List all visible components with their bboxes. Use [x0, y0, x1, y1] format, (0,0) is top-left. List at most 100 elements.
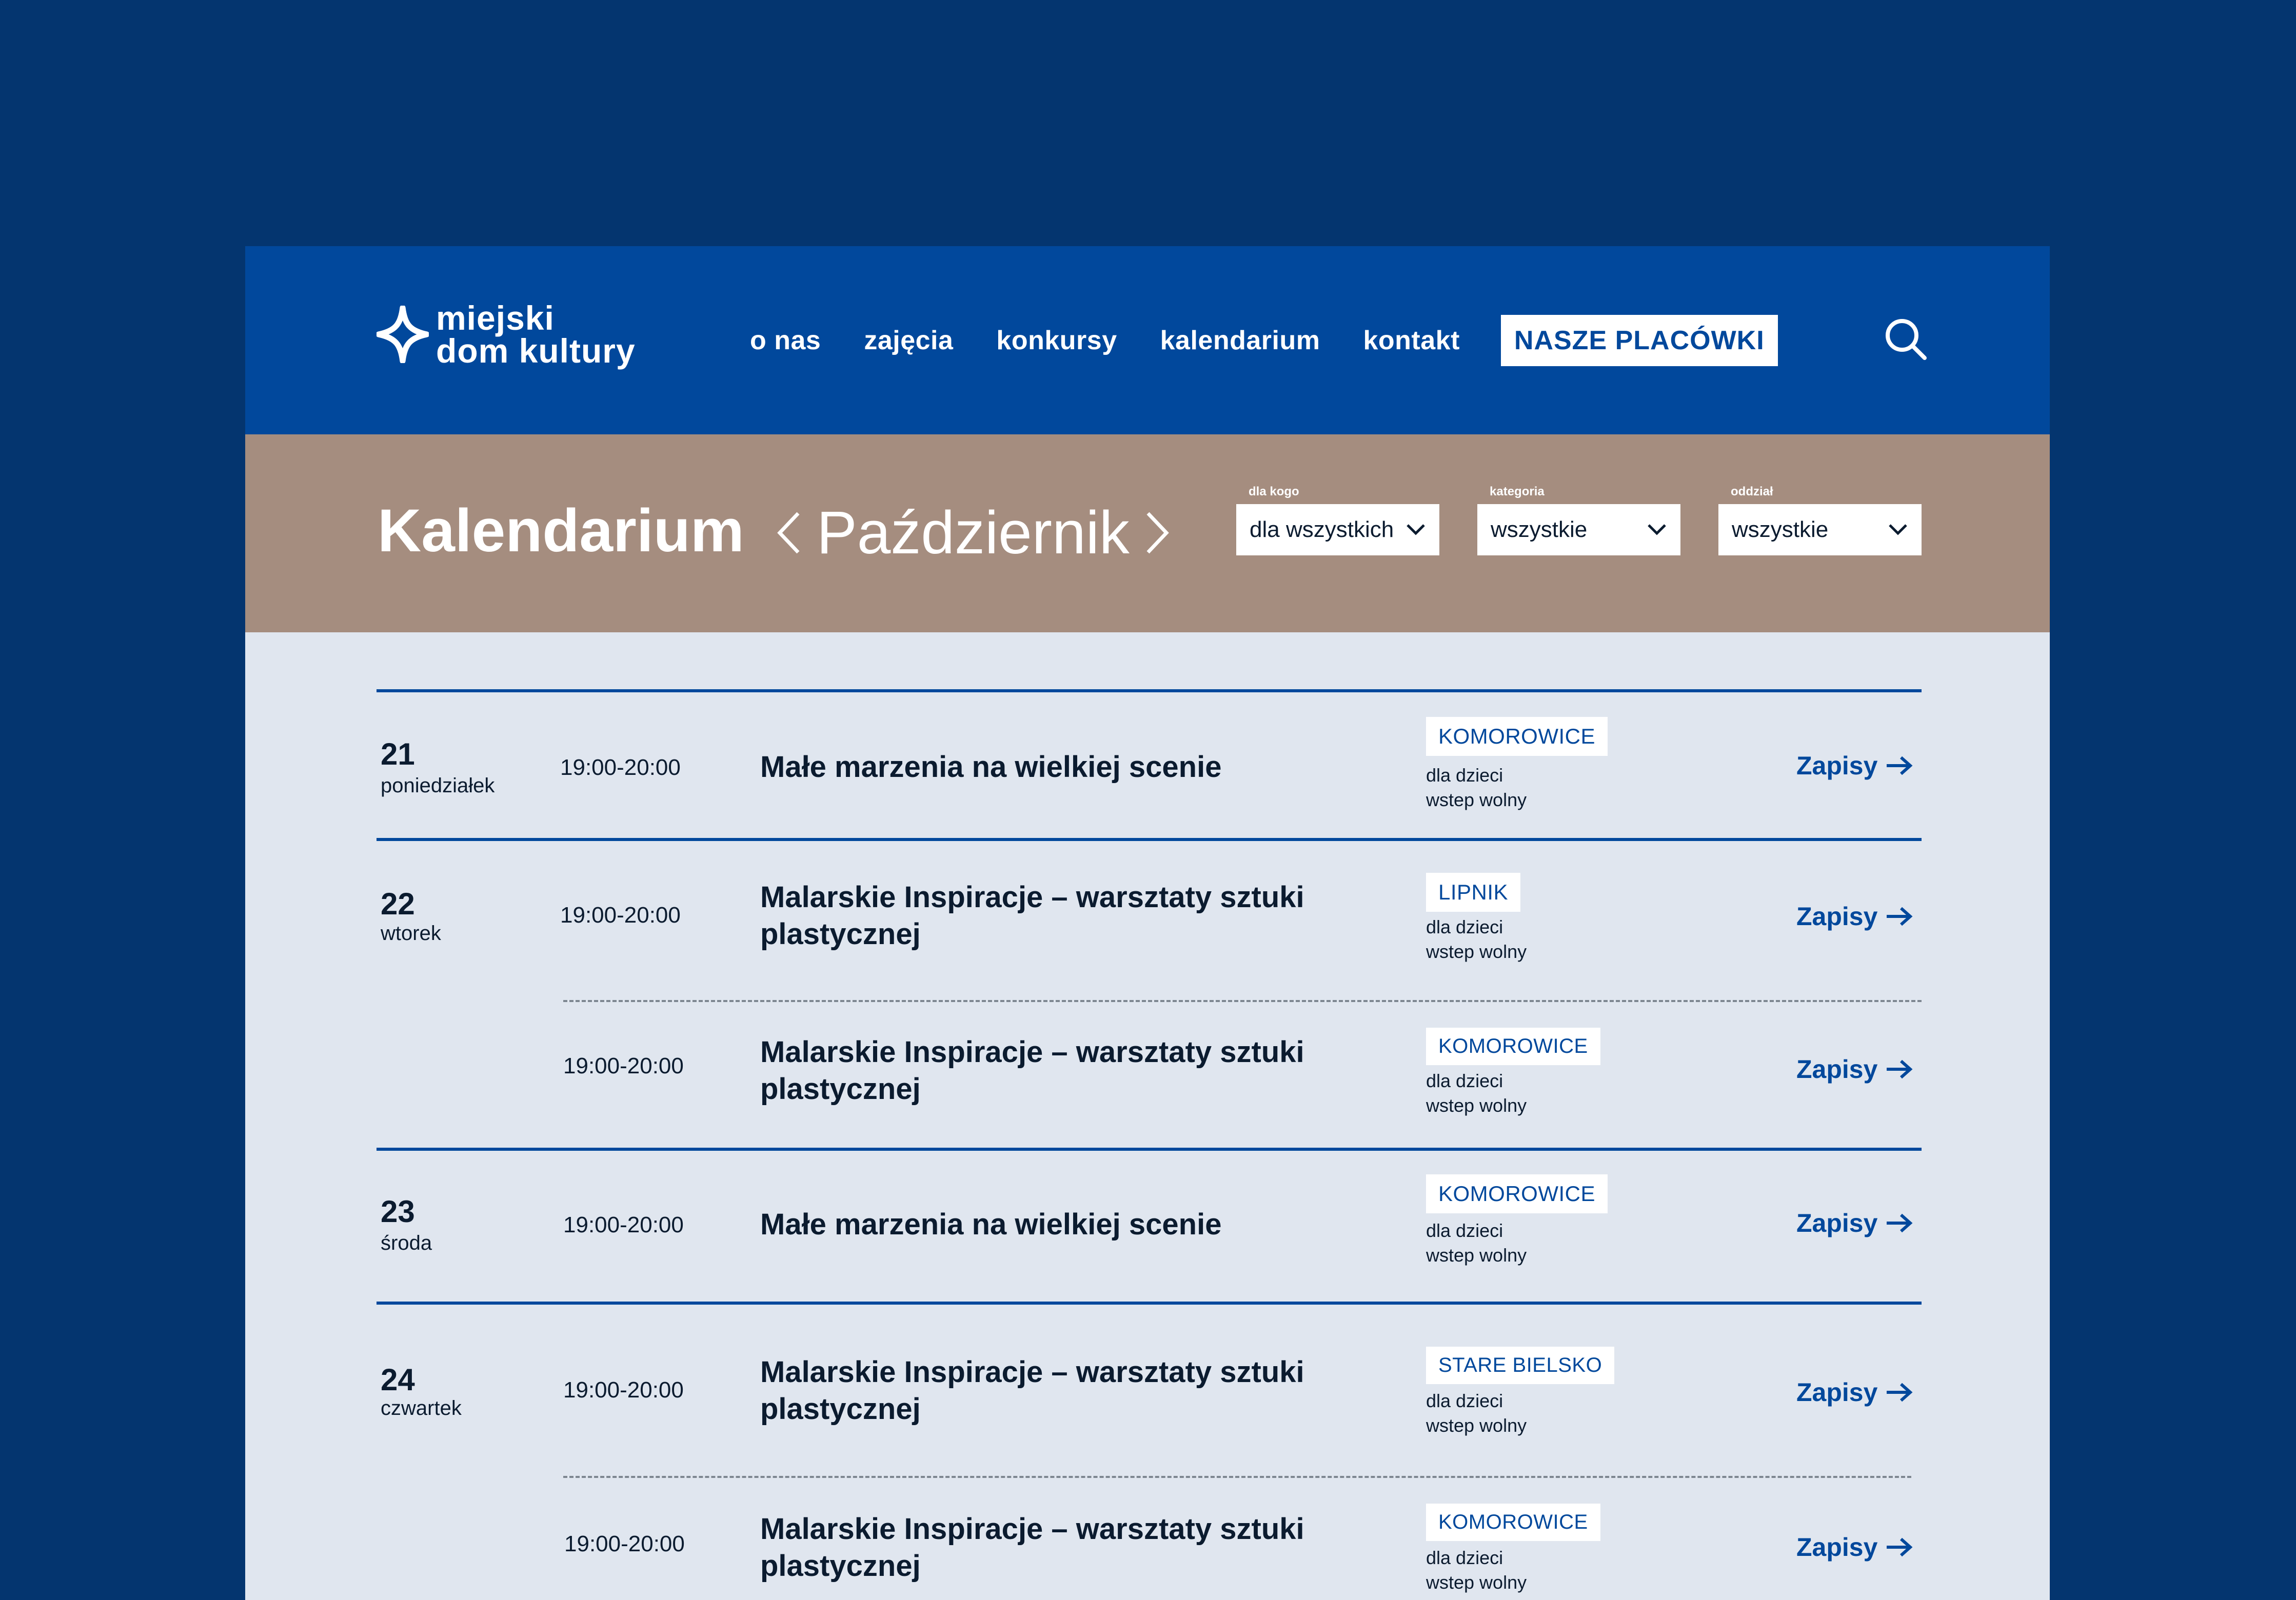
- main-nav: o nas zajęcia konkursy kalendarium konta…: [750, 246, 1821, 434]
- signup-link[interactable]: Zapisy: [1796, 751, 1913, 781]
- event-title[interactable]: Małe marzenia na wielkiej scenie: [760, 1206, 1376, 1243]
- event-weekday: poniedziałek: [381, 774, 495, 797]
- signup-link[interactable]: Zapisy: [1796, 1054, 1913, 1084]
- chevron-down-icon: [1407, 524, 1425, 535]
- event-audience: dla dzieci: [1426, 1070, 1503, 1091]
- filter-label: oddział: [1731, 485, 1773, 498]
- event-meta: dla dzieci wstep wolny: [1426, 1546, 1527, 1595]
- logo-line-1: miejski: [436, 299, 555, 337]
- event-title[interactable]: Malarskie Inspiracje – warsztaty sztuki …: [760, 1511, 1376, 1585]
- event-row: 21 poniedziałek 19:00-20:00 Małe marzeni…: [377, 692, 1922, 838]
- event-time: 19:00-20:00: [563, 1212, 684, 1237]
- location-badge: KOMOROWICE: [1426, 1174, 1608, 1213]
- chevron-right-icon[interactable]: [1144, 509, 1171, 556]
- event-day: 23: [381, 1194, 415, 1229]
- event-audience: dla dzieci: [1426, 1220, 1503, 1241]
- event-audience: dla dzieci: [1426, 1390, 1503, 1411]
- calendar-header-band: Kalendarium Październik dla kogo dla wsz…: [245, 434, 2050, 632]
- logo[interactable]: miejski dom kultury: [377, 299, 636, 368]
- page-title: Kalendarium: [378, 497, 744, 565]
- event-time: 19:00-20:00: [563, 1377, 684, 1403]
- event-row: 23 środa 19:00-20:00 Małe marzenia na wi…: [377, 1151, 1922, 1302]
- event-meta: dla dzieci wstep wolny: [1426, 1218, 1527, 1268]
- arrow-right-icon: [1887, 1383, 1913, 1402]
- event-audience: dla dzieci: [1426, 916, 1503, 937]
- event-title[interactable]: Malarskie Inspiracje – warsztaty sztuki …: [760, 879, 1376, 953]
- nasze-placowki-button[interactable]: NASZE PLACÓWKI: [1500, 314, 1778, 366]
- site-header: miejski dom kultury o nas zajęcia konkur…: [245, 246, 2050, 434]
- event-time: 19:00-20:00: [563, 1053, 684, 1078]
- signup-label: Zapisy: [1796, 751, 1878, 780]
- signup-label: Zapisy: [1796, 1533, 1878, 1562]
- nav-konkursy[interactable]: konkursy: [996, 325, 1117, 356]
- star-diamond-icon: [377, 306, 429, 363]
- select-value: wszystkie: [1732, 517, 1829, 542]
- signup-label: Zapisy: [1796, 1378, 1878, 1407]
- event-day: 24: [381, 1363, 415, 1397]
- arrow-right-icon: [1887, 756, 1913, 775]
- event-row: 19:00-20:00 Malarskie Inspiracje – warsz…: [377, 1478, 1922, 1600]
- nav-o-nas[interactable]: o nas: [750, 325, 821, 356]
- signup-link[interactable]: Zapisy: [1796, 1532, 1913, 1562]
- select-value: wszystkie: [1491, 517, 1588, 542]
- chevron-down-icon: [1889, 524, 1907, 535]
- search-icon[interactable]: [1883, 316, 1928, 361]
- arrow-right-icon: [1887, 1213, 1913, 1233]
- month-switcher: Październik: [776, 498, 1171, 568]
- logo-text: miejski dom kultury: [436, 299, 636, 368]
- arrow-right-icon: [1887, 907, 1913, 926]
- event-audience: dla dzieci: [1426, 1547, 1503, 1568]
- event-entry: wstep wolny: [1426, 1572, 1527, 1593]
- arrow-right-icon: [1887, 1537, 1913, 1557]
- signup-link[interactable]: Zapisy: [1796, 902, 1913, 931]
- current-month: Październik: [817, 499, 1130, 567]
- website-frame: miejski dom kultury o nas zajęcia konkur…: [245, 246, 2050, 1600]
- event-weekday: wtorek: [381, 922, 441, 945]
- location-badge: KOMOROWICE: [1426, 1504, 1600, 1541]
- event-time: 19:00-20:00: [560, 755, 681, 780]
- arrow-right-icon: [1887, 1059, 1913, 1079]
- signup-link[interactable]: Zapisy: [1796, 1377, 1913, 1407]
- event-row: 19:00-20:00 Malarskie Inspiracje – warsz…: [377, 1002, 1922, 1148]
- event-day: 22: [381, 887, 415, 921]
- filter-label: dla kogo: [1249, 485, 1299, 498]
- event-entry: wstep wolny: [1426, 1245, 1527, 1266]
- event-title[interactable]: Małe marzenia na wielkiej scenie: [760, 749, 1376, 786]
- signup-label: Zapisy: [1796, 1055, 1878, 1084]
- nav-kalendarium[interactable]: kalendarium: [1160, 325, 1320, 356]
- event-meta: dla dzieci wstep wolny: [1426, 763, 1527, 812]
- signup-link[interactable]: Zapisy: [1796, 1208, 1913, 1238]
- filter-kategoria: kategoria wszystkie: [1477, 485, 1680, 555]
- filter-oddzial: oddział wszystkie: [1718, 485, 1922, 555]
- event-row: 22 wtorek 19:00-20:00 Malarskie Inspirac…: [377, 841, 1922, 1000]
- event-meta: dla dzieci wstep wolny: [1426, 1069, 1527, 1118]
- category-select[interactable]: wszystkie: [1477, 504, 1680, 555]
- event-weekday: środa: [381, 1232, 432, 1254]
- event-entry: wstep wolny: [1426, 789, 1527, 810]
- chevron-left-icon[interactable]: [776, 509, 802, 556]
- signup-label: Zapisy: [1796, 902, 1878, 931]
- event-title[interactable]: Malarskie Inspiracje – warsztaty sztuki …: [760, 1034, 1376, 1108]
- event-time: 19:00-20:00: [564, 1531, 685, 1556]
- location-badge: LIPNIK: [1426, 873, 1521, 912]
- event-row: 24 czwartek 19:00-20:00 Malarskie Inspir…: [377, 1305, 1922, 1476]
- event-audience: dla dzieci: [1426, 765, 1503, 786]
- event-entry: wstep wolny: [1426, 1415, 1527, 1436]
- chevron-down-icon: [1648, 524, 1666, 535]
- audience-select[interactable]: dla wszystkich: [1236, 504, 1439, 555]
- filter-label: kategoria: [1490, 485, 1545, 498]
- nav-zajecia[interactable]: zajęcia: [864, 325, 953, 356]
- select-value: dla wszystkich: [1250, 517, 1394, 542]
- filter-dla-kogo: dla kogo dla wszystkich: [1236, 485, 1439, 555]
- location-badge: STARE BIELSKO: [1426, 1347, 1615, 1384]
- location-badge: KOMOROWICE: [1426, 717, 1608, 756]
- branch-select[interactable]: wszystkie: [1718, 504, 1922, 555]
- events-list: 21 poniedziałek 19:00-20:00 Małe marzeni…: [377, 689, 1922, 1600]
- event-title[interactable]: Malarskie Inspiracje – warsztaty sztuki …: [760, 1354, 1376, 1428]
- event-meta: dla dzieci wstep wolny: [1426, 915, 1527, 964]
- event-day: 21: [381, 737, 415, 771]
- nav-kontakt[interactable]: kontakt: [1363, 325, 1459, 356]
- location-badge: KOMOROWICE: [1426, 1028, 1600, 1065]
- event-entry: wstep wolny: [1426, 1095, 1527, 1116]
- event-weekday: czwartek: [381, 1397, 462, 1419]
